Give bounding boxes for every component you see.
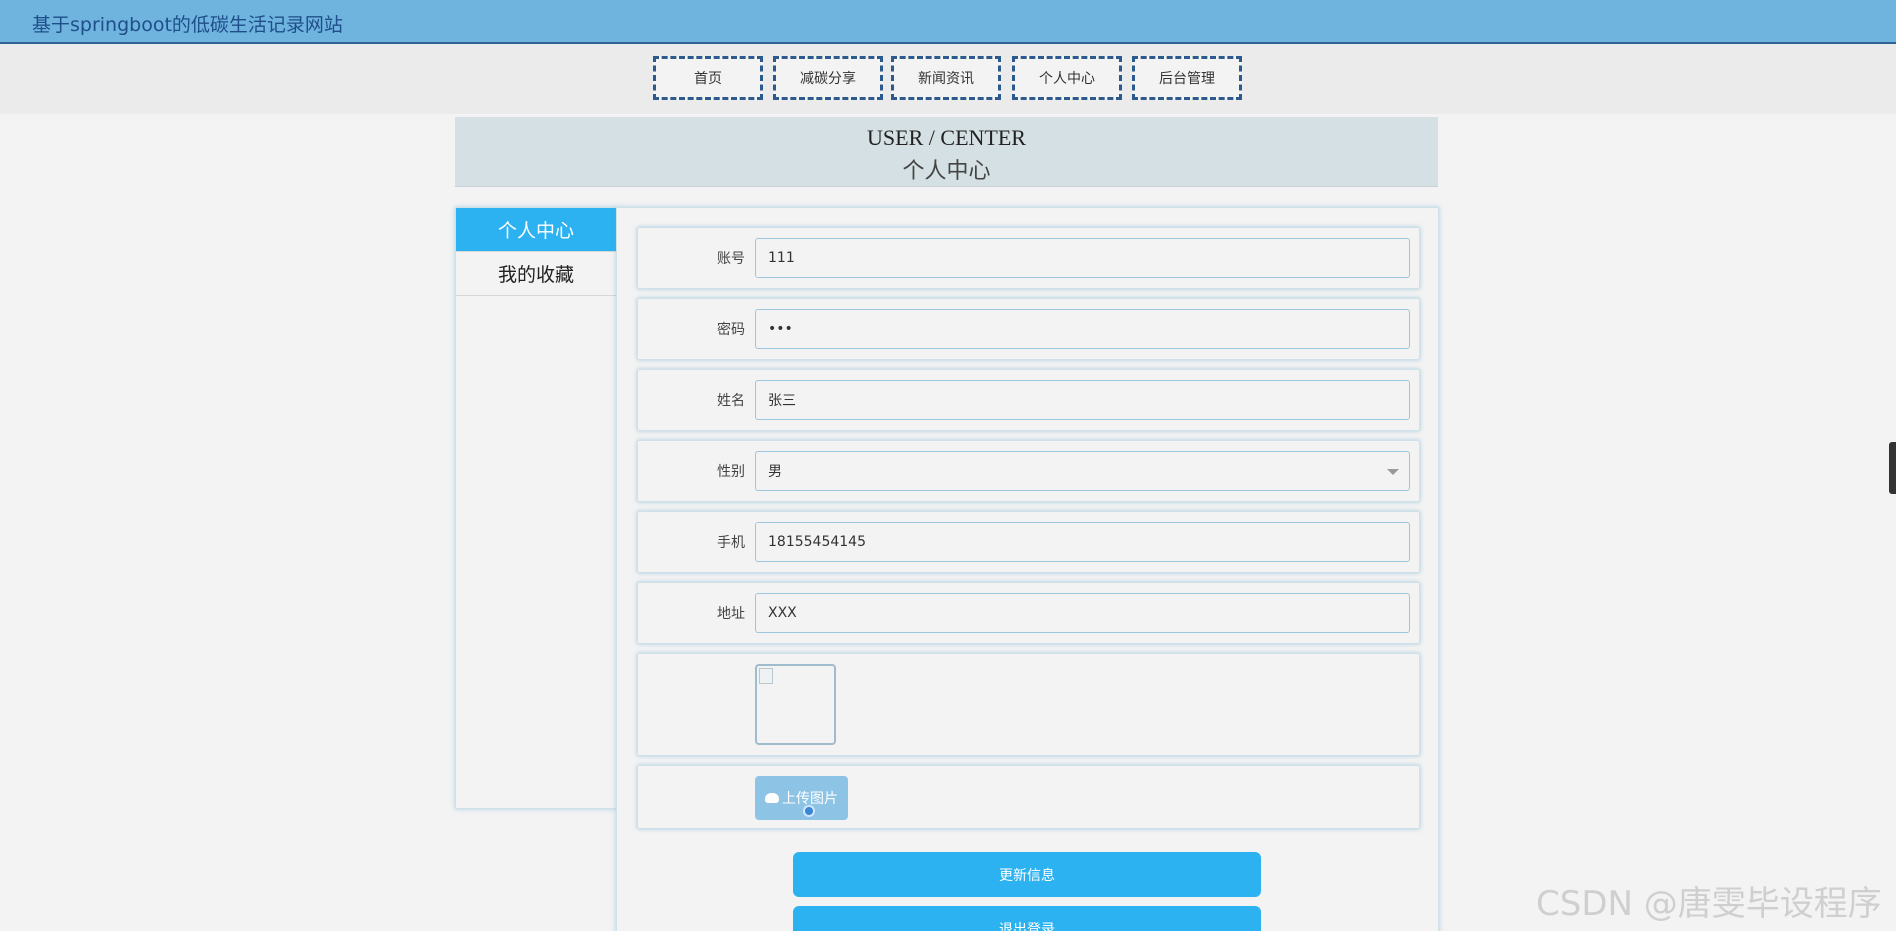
name-label: 姓名	[717, 393, 745, 409]
main-nav: 首页 减碳分享 新闻资讯 个人中心 后台管理	[0, 44, 1896, 114]
account-input[interactable]: 111	[755, 238, 1410, 278]
site-title[interactable]: 基于springboot的低碳生活记录网站	[32, 10, 343, 37]
side-scroll-handle[interactable]	[1889, 442, 1896, 494]
password-input[interactable]: •••	[755, 309, 1410, 349]
top-bar: 基于springboot的低碳生活记录网站	[0, 0, 1896, 44]
cloud-upload-icon	[765, 793, 779, 803]
update-info-button[interactable]: 更新信息	[793, 852, 1261, 897]
form-row-upload: 上传图片	[637, 765, 1420, 829]
avatar-image	[755, 664, 836, 745]
phone-input[interactable]: 18155454145	[755, 522, 1410, 562]
address-label: 地址	[717, 606, 745, 622]
nav-item-carbon-share[interactable]: 减碳分享	[773, 56, 883, 100]
loading-indicator-icon	[803, 805, 815, 817]
upload-image-button[interactable]: 上传图片	[755, 776, 848, 820]
nav-item-user-center[interactable]: 个人中心	[1012, 56, 1122, 100]
nav-item-news[interactable]: 新闻资讯	[891, 56, 1001, 100]
logout-button[interactable]: 退出登录	[793, 906, 1261, 931]
profile-form-panel: 账号 111 密码 ••• 姓名 张三 性别 男 手机 18155454145 …	[616, 207, 1439, 931]
sidebar-item-favorites[interactable]: 我的收藏	[456, 252, 616, 296]
form-row-address: 地址 XXX	[637, 582, 1420, 644]
gender-selected-value: 男	[768, 464, 782, 480]
sidebar: 个人中心 我的收藏	[455, 207, 617, 809]
password-label: 密码	[717, 322, 745, 338]
gender-select[interactable]: 男	[755, 451, 1410, 491]
form-row-avatar	[637, 653, 1420, 756]
form-row-account: 账号 111	[637, 227, 1420, 289]
nav-item-home[interactable]: 首页	[653, 56, 763, 100]
form-row-password: 密码 •••	[637, 298, 1420, 360]
name-input[interactable]: 张三	[755, 380, 1410, 420]
banner-title-cn: 个人中心	[902, 158, 991, 183]
sidebar-item-user-center[interactable]: 个人中心	[456, 208, 616, 252]
watermark-text: CSDN @唐雯毕设程序	[1536, 884, 1882, 924]
form-row-gender: 性别 男	[637, 440, 1420, 502]
broken-image-icon	[759, 668, 773, 684]
banner-title-en: USER / CENTER	[867, 125, 1026, 150]
page-banner: USER / CENTER 个人中心	[455, 117, 1438, 187]
account-label: 账号	[717, 251, 745, 267]
form-row-name: 姓名 张三	[637, 369, 1420, 431]
address-input[interactable]: XXX	[755, 593, 1410, 633]
gender-label: 性别	[717, 464, 745, 480]
chevron-down-icon	[1387, 469, 1399, 475]
form-row-phone: 手机 18155454145	[637, 511, 1420, 573]
phone-label: 手机	[717, 535, 745, 551]
nav-item-admin[interactable]: 后台管理	[1132, 56, 1242, 100]
